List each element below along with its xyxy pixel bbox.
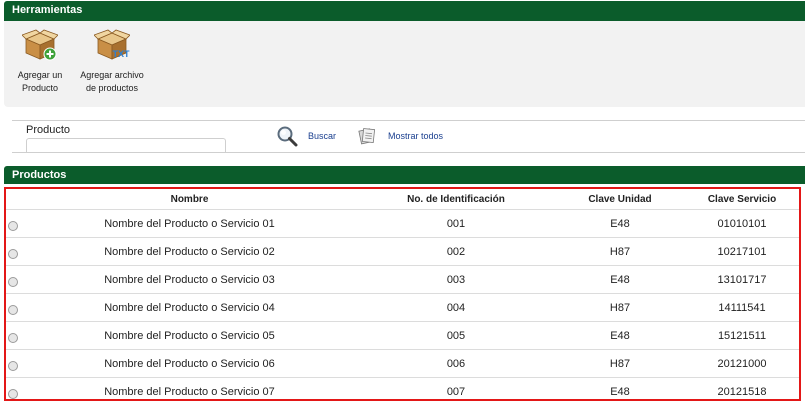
box-txt-icon: TXT bbox=[94, 29, 131, 60]
cell-nombre: Nombre del Producto o Servicio 02 bbox=[22, 237, 357, 266]
cell-clave-unidad: H87 bbox=[555, 349, 685, 378]
products-panel-header: Productos bbox=[4, 166, 805, 184]
cell-clave-servicio: 14111541 bbox=[685, 293, 799, 322]
column-header-clave-servicio: Clave Servicio bbox=[685, 189, 799, 210]
row-select-radio[interactable] bbox=[8, 389, 18, 399]
table-row[interactable]: Nombre del Producto o Servicio 01 001 E4… bbox=[6, 209, 799, 238]
cell-nombre: Nombre del Producto o Servicio 05 bbox=[22, 321, 357, 350]
cell-clave-servicio: 01010101 bbox=[685, 209, 799, 238]
table-row[interactable]: Nombre del Producto o Servicio 07 007 E4… bbox=[6, 377, 799, 399]
cell-nombre: Nombre del Producto o Servicio 06 bbox=[22, 349, 357, 378]
table-row[interactable]: Nombre del Producto o Servicio 05 005 E4… bbox=[6, 321, 799, 350]
cell-identificacion: 001 bbox=[357, 209, 555, 238]
cell-identificacion: 003 bbox=[357, 265, 555, 294]
cell-clave-servicio: 20121518 bbox=[685, 377, 799, 399]
cell-nombre: Nombre del Producto o Servicio 01 bbox=[22, 209, 357, 238]
txt-badge: TXT bbox=[113, 49, 131, 59]
row-select-radio[interactable] bbox=[8, 277, 18, 287]
table-row[interactable]: Nombre del Producto o Servicio 02 002 H8… bbox=[6, 237, 799, 266]
column-header-select bbox=[6, 189, 22, 210]
box-add-icon bbox=[22, 29, 58, 61]
cell-clave-unidad: E48 bbox=[555, 265, 685, 294]
cell-identificacion: 005 bbox=[357, 321, 555, 350]
cell-clave-unidad: E48 bbox=[555, 209, 685, 238]
tools-title: Herramientas bbox=[12, 4, 83, 16]
cell-nombre: Nombre del Producto o Servicio 04 bbox=[22, 293, 357, 322]
add-file-label-line1: Agregar archivo bbox=[80, 70, 144, 80]
documents-icon bbox=[358, 128, 376, 145]
column-header-clave-unidad: Clave Unidad bbox=[555, 189, 685, 210]
cell-clave-servicio: 15121511 bbox=[685, 321, 799, 350]
add-products-file-button[interactable]: TXT Agregar archivo de productos bbox=[76, 27, 148, 95]
row-select-radio[interactable] bbox=[8, 333, 18, 343]
cell-nombre: Nombre del Producto o Servicio 07 bbox=[22, 377, 357, 399]
cell-clave-unidad: H87 bbox=[555, 293, 685, 322]
cell-identificacion: 006 bbox=[357, 349, 555, 378]
row-select-radio[interactable] bbox=[8, 221, 18, 231]
table-row[interactable]: Nombre del Producto o Servicio 03 003 E4… bbox=[6, 265, 799, 294]
search-bar: Producto Buscar Mostrar todos bbox=[12, 120, 805, 153]
magnifier-icon bbox=[277, 126, 298, 147]
cell-clave-servicio: 13101717 bbox=[685, 265, 799, 294]
product-search-input[interactable] bbox=[26, 138, 226, 152]
column-header-nombre: Nombre bbox=[22, 189, 357, 210]
search-button-label: Buscar bbox=[308, 131, 337, 141]
product-field-label: Producto bbox=[26, 124, 71, 136]
add-product-button[interactable]: Agregar un Producto bbox=[4, 27, 76, 95]
column-header-identificacion: No. de Identificación bbox=[357, 189, 555, 210]
add-file-label-line2: de productos bbox=[85, 83, 139, 93]
row-select-radio[interactable] bbox=[8, 361, 18, 371]
tools-panel: Agregar un Producto TXT Agregar archivo … bbox=[4, 21, 805, 107]
search-button[interactable]: Buscar bbox=[276, 123, 336, 149]
cell-identificacion: 004 bbox=[357, 293, 555, 322]
table-row[interactable]: Nombre del Producto o Servicio 06 006 H8… bbox=[6, 349, 799, 378]
cell-clave-servicio: 20121000 bbox=[685, 349, 799, 378]
products-title: Productos bbox=[12, 169, 67, 181]
add-product-label-line1: Agregar un bbox=[17, 70, 63, 80]
show-all-button[interactable]: Mostrar todos bbox=[358, 123, 443, 149]
cell-clave-unidad: E48 bbox=[555, 321, 685, 350]
row-select-radio[interactable] bbox=[8, 305, 18, 315]
cell-identificacion: 007 bbox=[357, 377, 555, 399]
cell-clave-unidad: E48 bbox=[555, 377, 685, 399]
cell-clave-unidad: H87 bbox=[555, 237, 685, 266]
table-row[interactable]: Nombre del Producto o Servicio 04 004 H8… bbox=[6, 293, 799, 322]
products-table-container: Nombre No. de Identificación Clave Unida… bbox=[4, 187, 801, 401]
products-table: Nombre No. de Identificación Clave Unida… bbox=[6, 189, 799, 399]
cell-clave-servicio: 10217101 bbox=[685, 237, 799, 266]
cell-identificacion: 002 bbox=[357, 237, 555, 266]
row-select-radio[interactable] bbox=[8, 249, 18, 259]
add-product-label-line2: Producto bbox=[21, 83, 59, 93]
table-header-row: Nombre No. de Identificación Clave Unida… bbox=[6, 189, 799, 210]
cell-nombre: Nombre del Producto o Servicio 03 bbox=[22, 265, 357, 294]
tools-panel-header: Herramientas bbox=[4, 1, 805, 21]
show-all-button-label: Mostrar todos bbox=[388, 131, 444, 141]
